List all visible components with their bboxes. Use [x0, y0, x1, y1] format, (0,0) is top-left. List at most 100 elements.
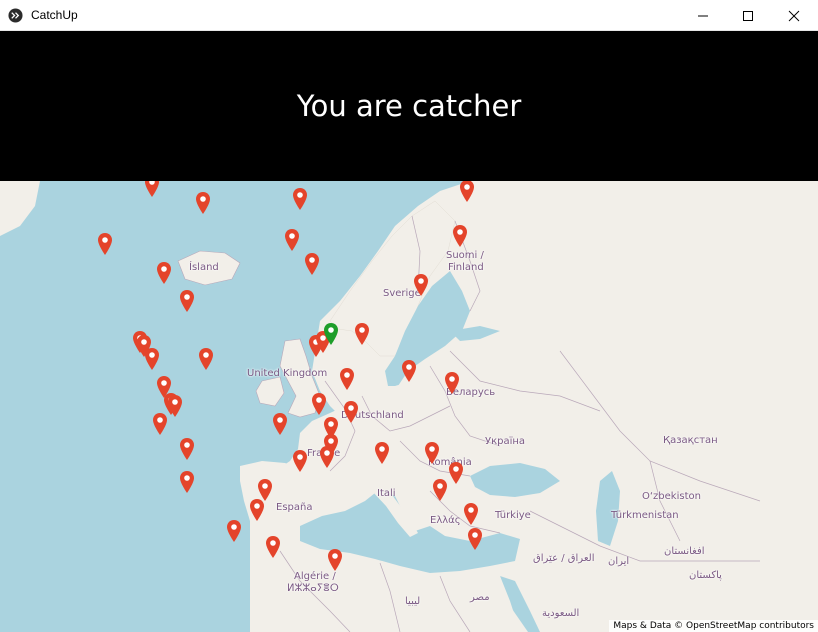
map-pin-icon [304, 253, 319, 276]
app-logo-icon [8, 8, 23, 23]
label-iraq: العراق / عێراق [533, 553, 595, 564]
map-pin-icon [452, 224, 467, 247]
map-pin-icon [273, 413, 288, 436]
player-marker[interactable] [179, 470, 194, 493]
map-view[interactable]: Ísland Suomi / Finland Sverige United Ki… [0, 181, 818, 632]
map-pin-icon [98, 232, 113, 255]
player-marker[interactable] [320, 446, 335, 468]
label-algeria-1: Algérie / [294, 571, 336, 582]
player-marker[interactable] [464, 503, 479, 526]
map-pin-icon [195, 191, 210, 214]
my-location-marker[interactable] [324, 323, 339, 345]
status-banner: You are catcher [0, 31, 818, 181]
map-pin-icon [152, 413, 167, 436]
map-pin-icon [324, 323, 339, 345]
map-pin-icon [292, 187, 307, 210]
map-pin-icon [144, 347, 159, 370]
map-pin-icon [444, 372, 459, 395]
player-marker[interactable] [273, 413, 288, 436]
player-marker[interactable] [179, 437, 194, 460]
player-marker[interactable] [468, 528, 483, 550]
player-marker[interactable] [292, 187, 307, 210]
label-turkmenistan: Türkmenistan [611, 510, 679, 521]
label-italy: Itali [377, 488, 396, 499]
map-pin-icon [355, 323, 370, 345]
player-marker[interactable] [250, 499, 265, 522]
player-marker[interactable] [343, 400, 358, 423]
map-pin-icon [460, 181, 475, 202]
role-status-text: You are catcher [296, 89, 522, 123]
maximize-icon [743, 10, 753, 21]
player-marker[interactable] [156, 261, 171, 284]
label-pakistan: پاکستان [689, 570, 722, 581]
label-iceland: Ísland [189, 262, 219, 273]
player-marker[interactable] [312, 392, 327, 415]
player-marker[interactable] [339, 368, 354, 391]
label-saudi-arabia: السعودية [542, 608, 580, 619]
map-pin-icon [320, 446, 335, 468]
map-pin-icon [265, 536, 280, 559]
player-marker[interactable] [355, 323, 370, 345]
player-marker[interactable] [444, 372, 459, 395]
player-marker[interactable] [144, 181, 159, 198]
map-pin-icon [327, 548, 342, 571]
player-marker[interactable] [199, 347, 214, 370]
close-button[interactable] [771, 0, 817, 31]
map-pin-icon [226, 519, 241, 542]
maximize-button[interactable] [725, 0, 771, 31]
player-marker[interactable] [402, 359, 416, 382]
map-pin-icon [179, 437, 194, 460]
map-pin-icon [199, 347, 214, 370]
map-pin-icon [413, 273, 428, 296]
label-kazakhstan: Қазақстан [663, 435, 718, 446]
player-marker[interactable] [285, 228, 300, 251]
map-pin-icon [285, 228, 300, 251]
player-marker[interactable] [327, 548, 342, 571]
label-uzbekistan: O‘zbekiston [642, 491, 701, 502]
player-marker[interactable] [152, 413, 167, 436]
label-turkiye: Türkiye [495, 510, 531, 521]
minimize-icon [698, 15, 708, 16]
minimize-button[interactable] [680, 0, 726, 31]
player-marker[interactable] [452, 224, 467, 247]
label-uk: United Kingdom [247, 368, 328, 379]
map-pin-icon [179, 290, 194, 313]
map-attribution: Maps & Data © OpenStreetMap contributors [609, 620, 818, 632]
label-finland-2: Finland [448, 262, 484, 273]
map-pin-icon [402, 359, 416, 382]
player-marker[interactable] [265, 536, 280, 559]
map-pin-icon [292, 450, 307, 473]
close-icon [788, 10, 800, 21]
label-espana: España [276, 502, 313, 513]
player-marker[interactable] [195, 191, 210, 214]
label-afghanistan: افغانستان [664, 546, 705, 557]
player-marker[interactable] [433, 478, 448, 501]
player-marker[interactable] [257, 478, 272, 501]
window-title: CatchUp [31, 8, 78, 22]
map-pin-icon [179, 470, 194, 493]
map-pin-icon [433, 478, 448, 501]
map-pin-icon [339, 368, 354, 391]
player-marker[interactable] [448, 462, 463, 485]
map-pin-icon [468, 528, 483, 550]
player-marker[interactable] [144, 347, 159, 370]
player-marker[interactable] [425, 441, 440, 464]
player-marker[interactable] [98, 232, 113, 255]
map-base [0, 181, 818, 632]
title-bar[interactable]: CatchUp [0, 0, 818, 31]
player-marker[interactable] [292, 450, 307, 473]
player-marker[interactable] [168, 395, 183, 418]
player-marker[interactable] [226, 519, 241, 542]
player-marker[interactable] [460, 181, 475, 202]
label-iran: ایران [608, 556, 630, 567]
map-pin-icon [374, 441, 389, 464]
label-ukraine: Україна [485, 436, 526, 447]
map-pin-icon [257, 478, 272, 501]
map-pin-icon [312, 392, 327, 415]
player-marker[interactable] [374, 441, 389, 464]
player-marker[interactable] [413, 273, 428, 296]
label-algeria-2: ⵍⵣⵣⴰⵢⴻⵔ [287, 583, 339, 594]
player-marker[interactable] [304, 253, 319, 276]
map-pin-icon [343, 400, 358, 423]
player-marker[interactable] [179, 290, 194, 313]
